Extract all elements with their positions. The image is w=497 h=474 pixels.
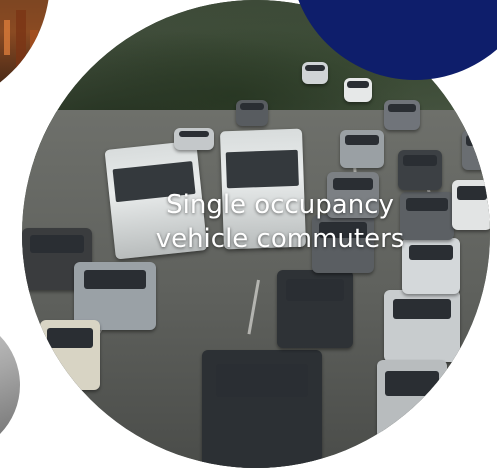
car: [452, 180, 490, 230]
car: [174, 128, 214, 150]
car: [202, 350, 322, 468]
car: [277, 270, 353, 348]
car: [462, 130, 490, 170]
vehicle-photo: [0, 315, 20, 455]
slide-canvas: Single occupancy vehicle commuters: [0, 0, 497, 474]
car: [236, 100, 268, 126]
car: [344, 78, 372, 102]
car: [384, 290, 460, 362]
car: [40, 320, 100, 390]
car: [384, 100, 420, 130]
slide-caption: Single occupancy vehicle commuters: [155, 190, 405, 254]
car: [302, 62, 328, 84]
car: [340, 130, 384, 168]
car: [377, 360, 447, 450]
car: [398, 150, 442, 190]
